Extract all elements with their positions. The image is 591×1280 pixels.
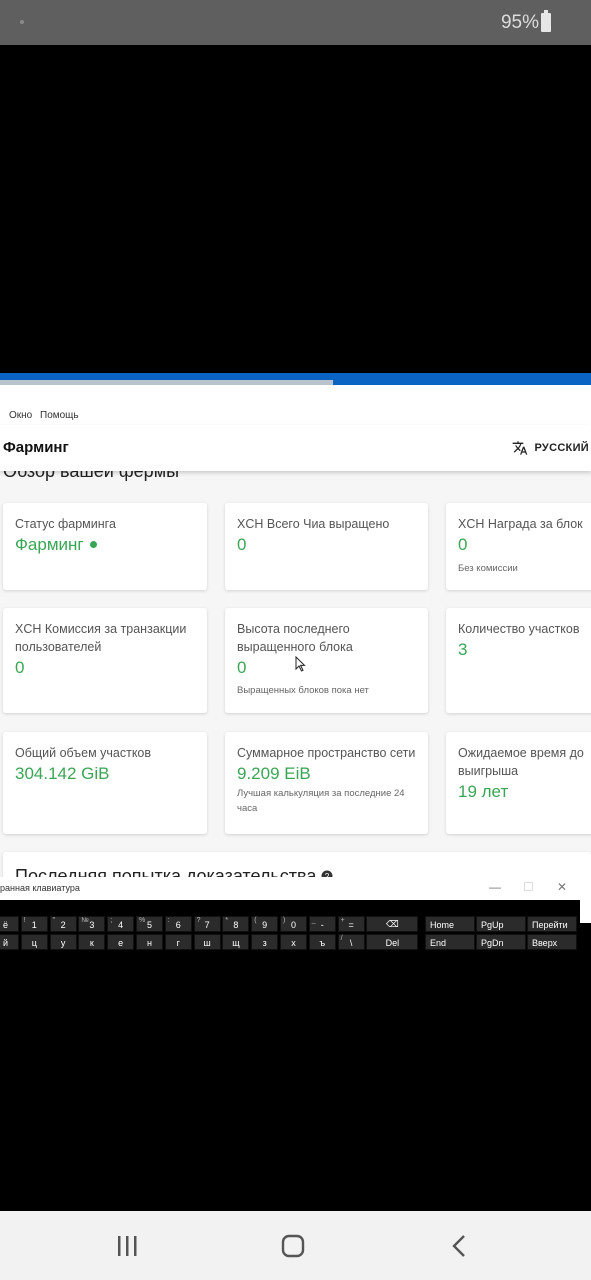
- keyboard-key[interactable]: " 2: [49, 916, 77, 932]
- keyboard-key[interactable]: Del: [366, 934, 419, 950]
- card-label: XCH Всего Чиа выращено: [237, 517, 390, 531]
- card-value: 0: [458, 535, 468, 554]
- keyboard-key[interactable]: н: [136, 934, 163, 950]
- keyboard-key[interactable]: ! 1: [20, 916, 48, 932]
- keyboard-key[interactable]: у: [49, 934, 77, 950]
- card-transaction-fees: XCH Комиссия за транзакции пользователей…: [3, 608, 207, 713]
- battery-percent: 95%: [500, 12, 539, 33]
- page-title: Фарминг: [3, 439, 69, 456]
- keyboard-key[interactable]: PgUp: [476, 916, 526, 932]
- menu-help[interactable]: Помощь: [40, 410, 79, 421]
- card-value: 0: [237, 535, 247, 554]
- close-icon[interactable]: ✕: [557, 880, 567, 894]
- card-network-space: Суммарное пространство сети 9.209 EiB Лу…: [225, 732, 428, 834]
- keyboard-key[interactable]: й: [0, 934, 19, 950]
- language-label: РУССКИЙ: [534, 442, 589, 454]
- keyboard-key[interactable]: ⌫: [366, 916, 419, 932]
- minimize-icon[interactable]: —: [489, 880, 501, 894]
- card-label: Ожидаемое время до выигрыша: [458, 746, 584, 778]
- card-label: Количество участков: [458, 622, 580, 636]
- black-area-bottom: [0, 953, 591, 1211]
- android-nav-bar: [0, 1211, 591, 1280]
- keyboard-key[interactable]: ё: [0, 916, 19, 932]
- card-label: XCH Награда за блок: [458, 517, 583, 531]
- keyboard-key[interactable]: г: [164, 934, 192, 950]
- keyboard-key[interactable]: _ -: [308, 916, 336, 932]
- keyboard-key[interactable]: ъ: [308, 934, 336, 950]
- card-label: XCH Комиссия за транзакции пользователей: [15, 622, 187, 654]
- keyboard-key[interactable]: ) 0: [280, 916, 307, 932]
- keyboard-key[interactable]: % 5: [136, 916, 163, 932]
- keyboard-key[interactable]: / \: [337, 934, 365, 950]
- keyboard-key[interactable]: :6: [164, 916, 192, 932]
- menu-bar: Окно Помощь: [0, 385, 591, 425]
- keyboard-key[interactable]: + =: [337, 916, 365, 932]
- card-label: Статус фарминга: [15, 517, 116, 531]
- translate-icon: [513, 441, 528, 455]
- app-header: Фарминг РУССКИЙ: [0, 425, 591, 471]
- card-last-block-height: Высота последнего выращенного блока 0 Вы…: [225, 608, 428, 713]
- back-icon[interactable]: [439, 1233, 479, 1259]
- notification-dot: [20, 20, 24, 24]
- home-icon[interactable]: [273, 1233, 313, 1259]
- keyboard-key[interactable]: е: [107, 934, 135, 950]
- keyboard-key[interactable]: End: [425, 934, 475, 950]
- card-total-plot-size: Общий объем участков 304.142 GiB: [3, 732, 207, 834]
- card-total-chia: XCH Всего Чиа выращено 0: [225, 503, 428, 590]
- card-label: Общий объем участков: [15, 746, 152, 760]
- status-dot-icon: [89, 541, 97, 548]
- card-label: Суммарное пространство сети: [237, 746, 416, 760]
- card-sub: Лучшая калькуляция за последние 24 часа: [237, 788, 405, 814]
- window-title-strip: [0, 373, 591, 385]
- app-window: Окно Помощь Фарминг РУССКИЙ Обзор вашей …: [0, 385, 591, 923]
- keyboard-key[interactable]: № 3: [78, 916, 106, 932]
- keyboard-key[interactable]: ; 4: [107, 916, 135, 932]
- battery-icon: [541, 10, 551, 32]
- status-bar: 95%: [0, 0, 591, 45]
- maximize-icon[interactable]: ☐: [523, 880, 534, 894]
- keyboard-title: ранная клавиатура: [0, 883, 80, 893]
- mouse-cursor-icon: [295, 656, 306, 672]
- keyboard-key[interactable]: к: [78, 934, 106, 950]
- card-value: 9.209 EiB: [237, 764, 311, 783]
- keyboard-key[interactable]: ц: [20, 934, 48, 950]
- card-value: 3: [458, 640, 468, 659]
- keyboard-key[interactable]: Вверх: [527, 934, 577, 950]
- keyboard-key[interactable]: ш: [193, 934, 221, 950]
- black-area-top: [0, 45, 591, 373]
- keyboard-titlebar: ранная клавиатура — ☐ ✕: [0, 877, 580, 900]
- card-value: 304.142 GiB: [15, 764, 110, 783]
- card-label: Высота последнего выращенного блока: [237, 622, 353, 654]
- card-value: Фарминг: [15, 535, 97, 555]
- keyboard-key[interactable]: PgDn: [476, 934, 526, 950]
- keyboard-key[interactable]: Home: [425, 916, 475, 932]
- recent-apps-icon[interactable]: [107, 1233, 147, 1259]
- keyboard-key[interactable]: Перейти: [527, 916, 577, 932]
- menu-window[interactable]: Окно: [9, 410, 32, 421]
- keyboard-key[interactable]: * 8: [222, 916, 250, 932]
- language-button[interactable]: РУССКИЙ: [512, 440, 589, 456]
- card-plot-count: Количество участков 3: [446, 608, 591, 713]
- card-sub: Выращенных блоков пока нет: [237, 685, 369, 696]
- card-expected-time: Ожидаемое время до выигрыша 19 лет: [446, 732, 591, 834]
- card-farming-status: Статус фарминга Фарминг: [3, 503, 207, 590]
- card-value: 0: [237, 658, 247, 677]
- card-value: 0: [15, 658, 25, 677]
- keyboard-key[interactable]: щ: [222, 934, 250, 950]
- keyboard-key[interactable]: (9: [251, 916, 279, 932]
- keyboard-key[interactable]: х: [280, 934, 307, 950]
- on-screen-keyboard: ранная клавиатура — ☐ ✕ ё! 1 " 2 № 3; 4% 5:6? 7 *…: [0, 877, 580, 953]
- card-value: 19 лет: [458, 782, 509, 801]
- keyboard-key[interactable]: з: [251, 934, 279, 950]
- keyboard-key[interactable]: ? 7: [193, 916, 221, 932]
- card-sub: Без комиссии: [458, 563, 518, 574]
- card-block-reward: XCH Награда за блок 0 Без комиссии: [446, 503, 591, 590]
